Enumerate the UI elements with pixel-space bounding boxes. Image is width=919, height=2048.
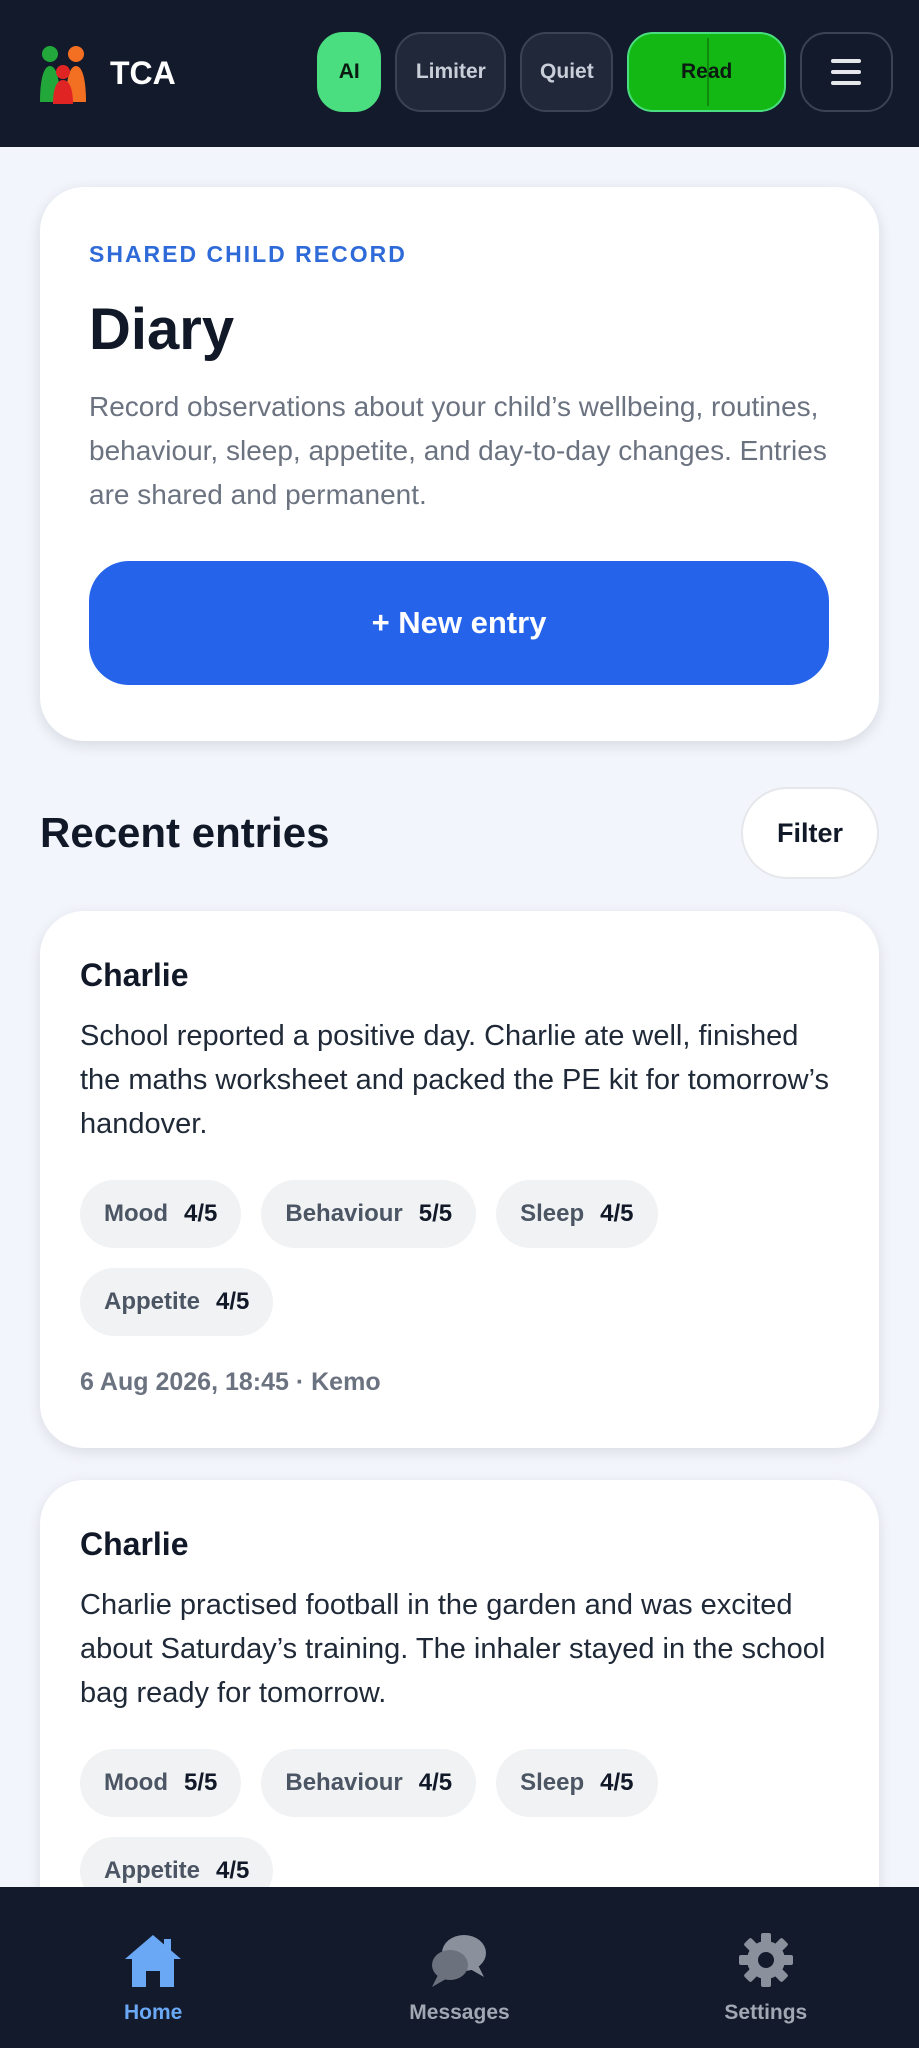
entry-child-name: Charlie: [80, 1526, 189, 1562]
new-entry-button[interactable]: + New entry: [89, 561, 829, 685]
rating-label: Appetite: [104, 1857, 200, 1884]
entry-ratings: Mood 4/5 Behaviour 5/5 Sleep 4/5 Appetit…: [80, 1180, 820, 1336]
rating-appetite: Appetite 4/5: [80, 1268, 274, 1336]
diary-entry-card[interactable]: Charlie School reported a positive day. …: [40, 911, 879, 1448]
brand-name: TCA: [110, 55, 176, 91]
rating-behaviour: Behaviour 5/5: [261, 1180, 477, 1248]
rating-value: 5/5: [418, 1200, 453, 1227]
hamburger-menu-icon: [831, 59, 862, 85]
rating-sleep: Sleep 4/5: [496, 1180, 658, 1248]
entry-child-name: Charlie: [80, 957, 189, 993]
entry-text: Charlie practised football in the garden…: [80, 1589, 826, 1709]
nav-messages[interactable]: Messages: [359, 1931, 559, 2025]
filter-button[interactable]: Filter: [741, 787, 879, 879]
entry-text: School reported a positive day. Charlie …: [80, 1020, 829, 1140]
entry-meta: 6 Aug 2026, 18:45 · Kemo: [80, 1368, 381, 1396]
rating-label: Mood: [104, 1200, 168, 1227]
rating-value: 4/5: [600, 1200, 634, 1227]
mode-toggle-group: AI Limiter Quiet Read: [317, 32, 893, 112]
recent-entries-header: Recent entries Filter: [40, 787, 879, 879]
rating-sleep: Sleep 4/5: [496, 1749, 658, 1817]
rating-label: Behaviour: [285, 1200, 403, 1227]
ai-toggle-button[interactable]: AI: [317, 32, 382, 112]
diary-intro-card: SHARED CHILD RECORD Diary Record observa…: [40, 187, 879, 741]
rating-value: 5/5: [183, 1769, 218, 1796]
limiter-toggle-button[interactable]: Limiter: [395, 32, 507, 112]
rating-behaviour: Behaviour 4/5: [261, 1749, 477, 1817]
nav-settings-label: Settings: [724, 2001, 808, 2024]
nav-messages-label: Messages: [409, 2001, 510, 2024]
rating-value: 4/5: [216, 1857, 250, 1884]
top-app-bar: TCA AI Limiter Quiet Read: [0, 0, 919, 147]
menu-button[interactable]: [799, 32, 893, 112]
rating-label: Behaviour: [285, 1769, 403, 1796]
rating-mood: Mood 5/5: [80, 1749, 242, 1817]
rating-label: Sleep: [520, 1200, 585, 1227]
bottom-navigation: Home Messages Settings: [0, 1887, 919, 2048]
entry-ratings: Mood 5/5 Behaviour 4/5 Sleep 4/5 Appetit…: [80, 1749, 820, 1905]
rating-label: Sleep: [520, 1769, 585, 1796]
gear-icon: [738, 1933, 793, 1987]
chat-bubbles-icon: [432, 1935, 487, 1987]
home-icon: [125, 1935, 182, 1987]
nav-home[interactable]: Home: [53, 1931, 253, 2025]
nav-settings[interactable]: Settings: [666, 1931, 866, 2025]
rating-value: 4/5: [216, 1288, 250, 1315]
section-eyebrow: SHARED CHILD RECORD: [89, 241, 407, 267]
page-title: Diary: [89, 297, 235, 362]
nav-home-label: Home: [123, 2001, 183, 2024]
rating-value: 4/5: [600, 1769, 634, 1796]
page-description: Record observations about your child’s w…: [89, 391, 827, 510]
quiet-toggle-button[interactable]: Quiet: [520, 32, 614, 112]
recent-entries-heading: Recent entries: [40, 809, 330, 856]
rating-value: 4/5: [418, 1769, 453, 1796]
rating-mood: Mood 4/5: [80, 1180, 242, 1248]
read-toggle-button[interactable]: Read: [627, 32, 786, 112]
rating-label: Appetite: [104, 1288, 200, 1315]
rating-value: 4/5: [183, 1200, 218, 1227]
rating-label: Mood: [104, 1769, 168, 1796]
family-logo-icon: [40, 45, 86, 104]
